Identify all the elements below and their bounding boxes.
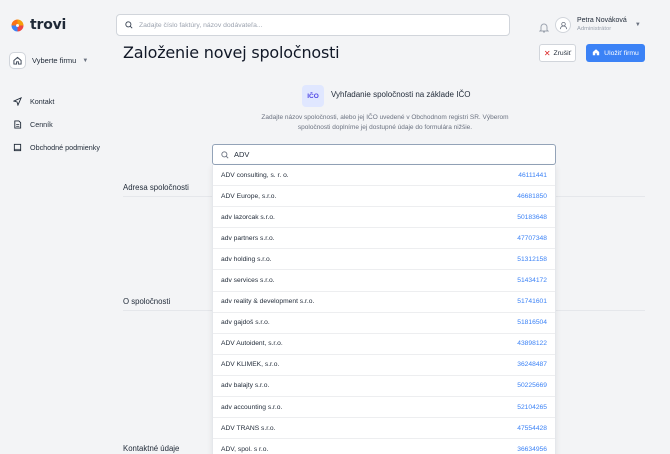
result-company-name: adv lazorcak s.r.o. — [221, 213, 275, 221]
result-ico-number: 43898122 — [517, 340, 547, 348]
result-company-name: adv holding s.r.o. — [221, 255, 272, 263]
result-company-name: adv services s.r.o. — [221, 277, 275, 285]
user-name: Petra Nováková — [577, 17, 627, 24]
lookup-result-row[interactable]: ADV TRANS s.r.o. 47554428 — [213, 418, 555, 440]
result-ico-number: 51434172 — [517, 277, 547, 285]
global-search[interactable] — [116, 14, 510, 36]
sidebar-item-kontakt[interactable]: Kontakt — [13, 90, 100, 112]
lookup-result-row[interactable]: ADV Autoident, s.r.o. 43898122 — [213, 334, 555, 355]
save-button-label: Uložiť firmu — [604, 49, 639, 57]
user-info: Petra Nováková Administrátor — [577, 17, 627, 33]
sidebar-item-obchodne-podmienky[interactable]: Obchodné podmienky — [13, 136, 100, 158]
result-company-name: adv balajty s.r.o. — [221, 382, 270, 390]
result-ico-number: 50225669 — [517, 382, 547, 390]
ico-badge: IČO — [302, 85, 324, 107]
result-company-name: adv partners s.r.o. — [221, 234, 275, 242]
lookup-result-row[interactable]: adv partners s.r.o. 47707348 — [213, 228, 555, 250]
company-select-label: Vyberte firmu — [32, 56, 77, 65]
result-ico-number: 50183648 — [517, 213, 547, 221]
lookup-result-row[interactable]: adv services s.r.o. 51434172 — [213, 270, 555, 292]
company-lookup-input[interactable] — [234, 150, 534, 159]
lookup-result-row[interactable]: adv accounting s.r.o. 52104265 — [213, 397, 555, 419]
home-icon — [9, 52, 26, 69]
result-ico-number: 36248487 — [517, 361, 547, 369]
section-about-title: O spoločnosti — [123, 297, 171, 306]
sidebar-item-label: Obchodné podmienky — [30, 142, 100, 152]
result-company-name: ADV consulting, s. r. o. — [221, 171, 289, 179]
page-title: Založenie novej spoločnosti — [123, 43, 340, 62]
sidebar-nav: Kontakt Cenník Obchodné podmienky — [13, 90, 100, 159]
company-lookup-field[interactable] — [212, 144, 556, 165]
brand-logo[interactable]: trovi — [10, 17, 66, 33]
close-icon: ✕ — [543, 48, 551, 58]
result-company-name: ADV KLIMEK, s.r.o. — [221, 361, 280, 369]
lookup-results-dropdown: ADV consulting, s. r. o. 46111441 ADV Euro… — [212, 165, 556, 454]
lookup-result-row[interactable]: ADV, spol. s r.o. 36634956 — [213, 439, 555, 454]
company-select[interactable]: Vyberte firmu ▼ — [9, 52, 88, 69]
send-icon — [13, 96, 22, 106]
lookup-result-row[interactable]: adv holding s.r.o. 51312158 — [213, 249, 555, 271]
section-contact-title: Kontaktné údaje — [123, 444, 180, 453]
sidebar-item-label: Cenník — [30, 119, 53, 129]
result-company-name: adv accounting s.r.o. — [221, 403, 283, 411]
search-icon — [221, 146, 229, 164]
user-menu[interactable]: Petra Nováková Administrátor ▼ — [555, 17, 641, 33]
sidebar-item-cennik[interactable]: Cenník — [13, 113, 100, 135]
lookup-result-row[interactable]: adv balajty s.r.o. 50225669 — [213, 376, 555, 398]
result-company-name: adv gajdoš s.r.o. — [221, 319, 270, 327]
result-company-name: ADV, spol. s r.o. — [221, 445, 269, 453]
search-input[interactable] — [139, 21, 499, 29]
bell-icon[interactable] — [538, 20, 550, 33]
result-ico-number: 51741601 — [517, 298, 547, 306]
lookup-result-row[interactable]: ADV consulting, s. r. o. 46111441 — [213, 165, 555, 187]
result-ico-number: 36634956 — [517, 445, 547, 453]
sidebar-item-label: Kontakt — [30, 96, 55, 106]
result-ico-number: 52104265 — [517, 403, 547, 411]
result-ico-number: 51312158 — [517, 255, 547, 263]
lookup-result-row[interactable]: adv lazorcak s.r.o. 50183648 — [213, 207, 555, 229]
lookup-result-row[interactable]: adv reality & development s.r.o. 51741601 — [213, 292, 555, 313]
sidebar: trovi Vyberte firmu ▼ Kontakt Cenník Obc… — [0, 0, 115, 454]
result-ico-number: 51816504 — [517, 319, 547, 327]
result-company-name: ADV TRANS s.r.o. — [221, 424, 276, 432]
lookup-result-row[interactable]: adv gajdoš s.r.o. 51816504 — [213, 313, 555, 334]
home-icon — [592, 48, 600, 58]
result-company-name: ADV Autoident, s.r.o. — [221, 340, 283, 348]
user-role: Administrátor — [577, 26, 612, 32]
chevron-down-icon: ▼ — [82, 57, 89, 64]
book-icon — [13, 143, 22, 152]
result-company-name: ADV Europe, s.r.o. — [221, 192, 277, 200]
lookup-description: Zadajte názov spoločnosti, alebo jej IČO… — [261, 114, 509, 131]
search-icon — [125, 16, 133, 34]
cancel-button[interactable]: ✕ Zrušiť — [539, 44, 576, 62]
trovi-logo-icon — [11, 19, 24, 31]
lookup-result-row[interactable]: ADV KLIMEK, s.r.o. 36248487 — [213, 355, 555, 376]
brand-name: trovi — [30, 17, 67, 33]
chevron-down-icon: ▼ — [634, 22, 641, 28]
result-ico-number: 46681850 — [517, 192, 547, 200]
avatar — [555, 17, 571, 33]
cancel-button-label: Zrušiť — [553, 49, 572, 57]
document-icon — [13, 119, 22, 129]
section-address-title: Adresa spoločnosti — [123, 183, 189, 192]
save-company-button[interactable]: Uložiť firmu — [586, 44, 645, 62]
result-ico-number: 46111441 — [518, 171, 547, 179]
result-company-name: adv reality & development s.r.o. — [221, 298, 315, 306]
result-ico-number: 47707348 — [517, 234, 547, 242]
lookup-result-row[interactable]: ADV Europe, s.r.o. 46681850 — [213, 186, 555, 208]
result-ico-number: 47554428 — [517, 424, 547, 432]
lookup-title: Vyhľadanie spoločnosti na základe IČO — [331, 90, 471, 99]
